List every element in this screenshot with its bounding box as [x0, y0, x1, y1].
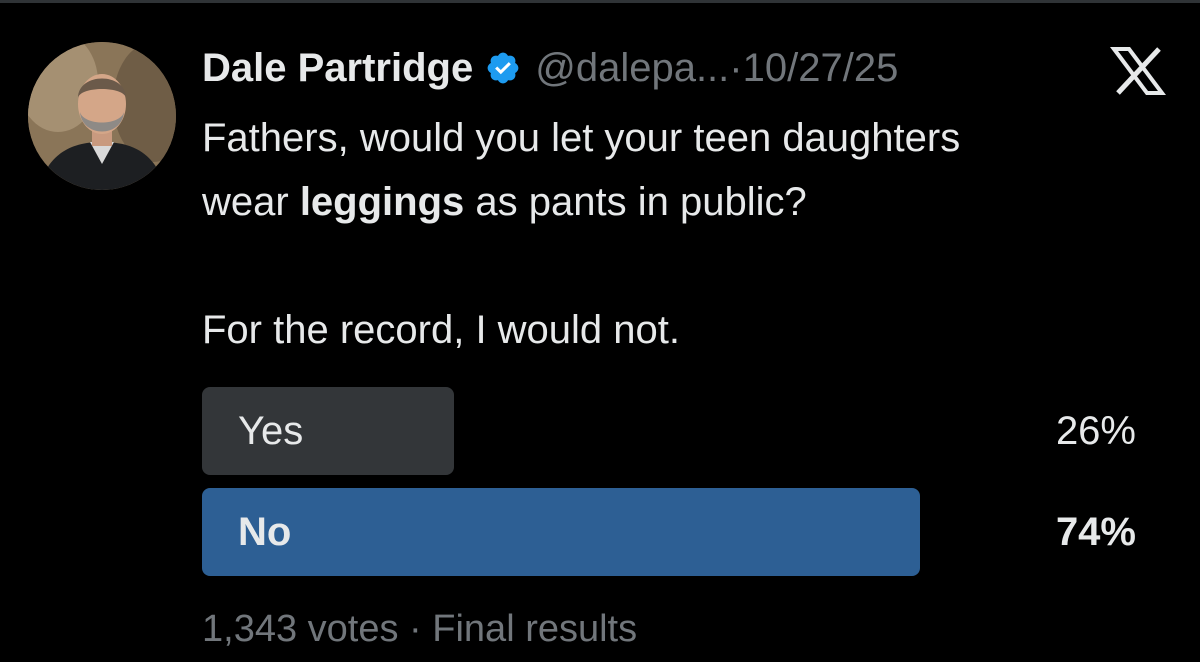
avatar[interactable]	[28, 42, 176, 190]
poll-footer-separator: ·	[409, 608, 422, 650]
author-name[interactable]: Dale Partridge	[202, 46, 473, 91]
poll-status: Final results	[432, 608, 638, 650]
poll-option-yes-percent: 26%	[1055, 409, 1136, 453]
verified-badge-icon	[485, 50, 521, 86]
tweet-text: Fathers, would you let your teen daughte…	[202, 106, 1182, 362]
handle-text: @dalepa...	[535, 45, 730, 90]
poll-option-no-percent: 74%	[1055, 510, 1136, 554]
top-divider	[0, 0, 1200, 3]
poll-option-label: No	[238, 510, 292, 554]
poll-votes: 1,343 votes	[202, 608, 399, 650]
tweet-header: Dale Partridge @dalepa...·10/27/25	[202, 42, 898, 94]
tweet-date: 10/27/25	[742, 45, 899, 90]
poll-option-label: Yes	[238, 409, 304, 453]
poll-option-no: No	[202, 488, 920, 576]
poll-option-yes: Yes	[202, 387, 454, 475]
x-logo-icon[interactable]	[1110, 46, 1166, 96]
avatar-portrait-image	[28, 42, 176, 190]
poll-footer: 1,343 votes · Final results	[202, 604, 637, 654]
tweet-text-bold: leggings	[299, 180, 465, 224]
date-separator: ·	[729, 45, 743, 90]
author-handle[interactable]: @dalepa...·10/27/25	[535, 46, 898, 91]
